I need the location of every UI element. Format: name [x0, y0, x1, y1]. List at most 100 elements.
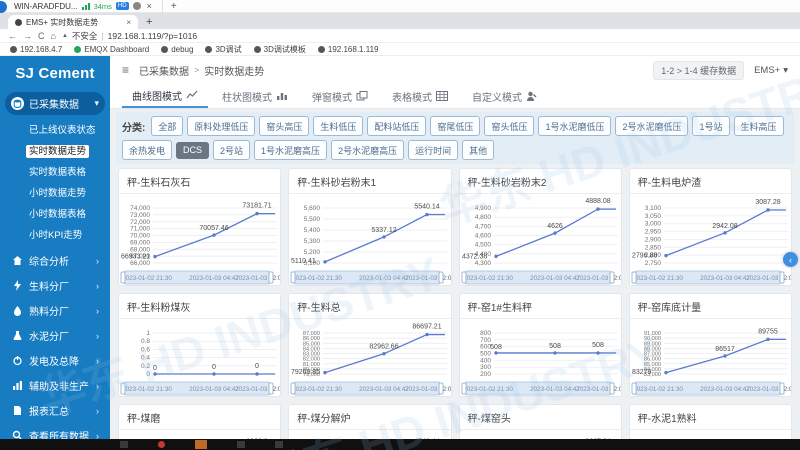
mode-tab[interactable]: 柱状图模式 [212, 84, 298, 108]
sidebar-item[interactable]: 辅助及非生产› [5, 374, 105, 397]
collapse-panel-button[interactable]: ‹ [783, 252, 798, 267]
mode-tab[interactable]: 弹窗模式 [302, 84, 378, 108]
sidebar-item[interactable]: 已采集数据▾ [5, 92, 105, 115]
category-chip[interactable]: 运行时间 [408, 140, 458, 160]
url-separator: | [101, 31, 103, 41]
bookmark-item[interactable]: 192.168.1.119 [318, 45, 379, 54]
close-session-icon[interactable]: × [145, 1, 154, 11]
category-chip[interactable]: DCS [176, 142, 209, 159]
chart-card-title: 秤-生料石灰石 [119, 169, 280, 194]
bookmark-item[interactable]: 192.168.4.7 [10, 45, 62, 54]
sidebar-item-label: 发电及总降 [29, 353, 79, 368]
taskbar-icon[interactable] [120, 441, 128, 448]
category-chip[interactable]: 其他 [462, 140, 494, 160]
mode-tab[interactable]: 表格模式 [382, 84, 458, 108]
line-chart[interactable]: 91,00090,00089,00088,00087,00086,00085,0… [630, 319, 792, 397]
svg-text:4372.38: 4372.38 [462, 253, 487, 260]
breadcrumb-parent[interactable]: 已采集数据 [139, 63, 189, 78]
back-icon[interactable]: ← [8, 31, 17, 41]
new-tab-button[interactable]: + [146, 16, 152, 28]
user-menu[interactable]: EMS+ ▾ [754, 65, 788, 76]
taskbar-icon-red[interactable] [158, 441, 165, 448]
browser-tab-title: EMS+ 实时数据走势 [26, 17, 98, 28]
line-chart[interactable]: 2,7502667.042023-01-02 21:302023-01-03 0… [460, 430, 622, 439]
line-chart[interactable]: 10.80.60.40.200002023-01-02 21:302023-01… [119, 319, 281, 397]
category-chip[interactable]: 1号站 [692, 116, 729, 136]
forward-icon[interactable]: → [23, 31, 32, 41]
svg-text:73181.71: 73181.71 [242, 203, 271, 210]
taskbar-icon-orange[interactable] [195, 440, 207, 449]
category-chip[interactable]: 窑头低压 [484, 116, 534, 136]
category-chip[interactable]: 1号水泥磨高压 [254, 140, 327, 160]
mode-tab[interactable]: 曲线图模式 [122, 84, 208, 108]
category-chip[interactable]: 窑尾低压 [430, 116, 480, 136]
category-chip[interactable]: 生料低压 [313, 116, 363, 136]
svg-text:2,900: 2,900 [644, 236, 661, 243]
bookmark-item[interactable]: 3D调试模板 [254, 44, 306, 55]
line-chart[interactable]: 4,6004546.442023-01-02 21:302023-01-03 0… [289, 430, 451, 439]
sidebar-subitem-label: 实时数据走势 [26, 145, 89, 158]
category-chip[interactable]: 生料高压 [734, 116, 784, 136]
sidebar-subitem[interactable]: 实时数据走势 [0, 139, 110, 160]
svg-text:0: 0 [153, 365, 157, 372]
sidebar-item[interactable]: 查看所有数据› [5, 424, 105, 439]
bar-chart-icon [11, 379, 24, 392]
sidebar-subitem-label: 小时KPI走势 [26, 229, 85, 242]
sidebar-subitem-label: 已上线仪表状态 [26, 124, 99, 137]
bookmark-item[interactable]: 3D调试 [205, 44, 241, 55]
hamburger-menu-icon[interactable]: ≡ [122, 63, 129, 77]
svg-text:66933.21: 66933.21 [121, 254, 150, 261]
url-field[interactable]: ▲ 不安全 | 192.168.1.119/?p=1016 [62, 30, 197, 42]
browser-tab[interactable]: EMS+ 实时数据走势 × [8, 15, 138, 29]
category-chip[interactable]: 余热发电 [122, 140, 172, 160]
category-chip[interactable]: 配料站低压 [367, 116, 426, 136]
sidebar-item[interactable]: 发电及总降› [5, 349, 105, 372]
line-chart[interactable]: 87,00086,00085,00084,00083,00082,00081,0… [289, 319, 451, 397]
taskbar-icon[interactable] [275, 441, 283, 448]
category-chip[interactable]: 1号水泥磨低压 [538, 116, 611, 136]
sidebar-item[interactable]: 水泥分厂› [5, 324, 105, 347]
sidebar-item[interactable]: 熟料分厂› [5, 299, 105, 322]
sidebar-item[interactable]: 报表汇总› [5, 399, 105, 422]
tab-close-icon[interactable]: × [126, 18, 131, 27]
sidebar-item[interactable]: 生料分厂› [5, 274, 105, 297]
mode-tab[interactable]: 自定义模式 [462, 84, 547, 108]
home-icon[interactable]: ⌂ [51, 31, 56, 41]
category-chip[interactable]: 原料处理低压 [187, 116, 255, 136]
bookmark-item[interactable]: EMQX Dashboard [74, 45, 149, 54]
chevron-right-icon: › [96, 431, 99, 440]
taskbar-icon[interactable] [237, 441, 245, 448]
bookmark-item[interactable]: debug [161, 45, 193, 54]
line-chart[interactable]: 74,00073,00072,00071,00070,00069,00068,0… [119, 194, 281, 286]
os-taskbar[interactable] [0, 439, 800, 450]
line-chart[interactable]: 8007006005004003002005085085082023-01-02… [460, 319, 622, 397]
sidebar-subitem[interactable]: 小时数据表格 [0, 202, 110, 223]
category-chip[interactable]: 窑头高压 [259, 116, 309, 136]
category-chip[interactable]: 全部 [151, 116, 183, 136]
svg-text:86517: 86517 [715, 346, 735, 353]
chevron-down-icon: ▾ [94, 98, 99, 109]
new-session-button[interactable]: + [171, 1, 177, 12]
sidebar-subitem[interactable]: 小时数据走势 [0, 181, 110, 202]
sidebar-subitem[interactable]: 实时数据表格 [0, 160, 110, 181]
svg-text:0: 0 [212, 364, 216, 371]
sidebar: SJ Cement 已采集数据▾已上线仪表状态实时数据走势实时数据表格小时数据走… [0, 56, 110, 439]
line-chart[interactable]: 7,0006862.82023-01-02 21:302023-01-03 04… [119, 430, 281, 439]
cache-data-button[interactable]: 1-2 > 1-4 缓存数据 [653, 61, 744, 80]
line-chart[interactable]: 3,1003,0503,0002,9502,9002,8502,8002,750… [630, 194, 792, 286]
chevron-right-icon: › [96, 331, 99, 341]
category-chip[interactable]: 2号水泥磨低压 [615, 116, 688, 136]
category-chip[interactable]: 2号站 [213, 140, 250, 160]
bookmark-favicon [161, 46, 168, 53]
line-chart[interactable]: 5,6005,5005,4005,3005,2005,1005110.41533… [289, 194, 451, 286]
sidebar-subitem[interactable]: 小时KPI走势 [0, 223, 110, 244]
category-chip[interactable]: 2号水泥磨高压 [331, 140, 404, 160]
svg-text:5,400: 5,400 [304, 227, 321, 234]
remote-session-tab[interactable]: WIN-ARADFDU... 34ms HD × [0, 0, 163, 13]
line-chart[interactable]: 4,9004,8004,7004,6004,5004,4004,3004372.… [460, 194, 622, 286]
sidebar-item[interactable]: 综合分析› [5, 249, 105, 272]
sidebar-subitem[interactable]: 已上线仪表状态 [0, 118, 110, 139]
line-chart[interactable]: 18,0002023-01-02 21:302023-01-03 04:4720… [630, 430, 792, 439]
report-icon [11, 404, 24, 417]
reload-icon[interactable]: C [38, 31, 45, 41]
